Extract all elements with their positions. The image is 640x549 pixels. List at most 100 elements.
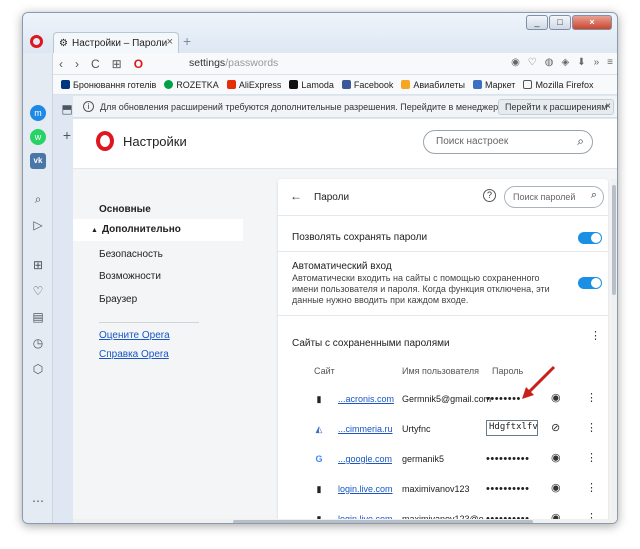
new-tab-icon[interactable]: + xyxy=(183,33,191,49)
opera-help-link[interactable]: Справка Opera xyxy=(99,349,169,360)
nav-browser[interactable]: Браузер xyxy=(99,294,137,305)
opera-logo xyxy=(96,131,114,151)
column-site: Сайт xyxy=(314,366,335,376)
easy-setup-icon[interactable]: ≡ xyxy=(607,57,613,68)
shield-icon[interactable]: ◈ xyxy=(562,57,570,68)
divider xyxy=(278,251,608,252)
column-username: Имя пользователя xyxy=(402,366,480,376)
minimize-button[interactable]: _ xyxy=(526,15,548,30)
messenger-icon[interactable]: m xyxy=(30,105,46,121)
bookmark-market[interactable]: Маркет xyxy=(472,80,515,90)
settings-search-input[interactable]: Поиск настроек ⌕ xyxy=(423,130,593,154)
site-link[interactable]: ...acronis.com xyxy=(338,394,394,404)
speed-dial-icon[interactable]: ⊞ xyxy=(112,57,122,71)
scroll-thumb[interactable] xyxy=(612,185,616,295)
offer-save-toggle[interactable] xyxy=(578,232,602,244)
opera-menu-icon[interactable] xyxy=(30,35,43,48)
hide-password-icon[interactable]: ⊘ xyxy=(551,421,560,434)
bookmark-lamoda[interactable]: Lamoda xyxy=(289,80,334,90)
passwords-panel: ← Пароли ? Поиск паролей ⌕ Позволять сох… xyxy=(278,179,608,523)
plane-icon xyxy=(401,80,411,89)
rate-opera-link[interactable]: Оцените Opera xyxy=(99,330,170,341)
table-row: ◭ ...cimmeria.ru Urtyfnc Hdgftxlfv ⊘ ⋮ xyxy=(278,415,608,445)
site-link[interactable]: ...cimmeria.ru xyxy=(338,424,393,434)
nav-advanced[interactable]: ▲ Дополнительно xyxy=(73,219,243,241)
bookmark-facebook[interactable]: Facebook xyxy=(341,80,393,90)
extensions-notice-bar: i Для обновления расширений требуются до… xyxy=(73,96,617,118)
site-link[interactable]: ...google.com xyxy=(338,454,392,464)
whatsapp-icon[interactable]: w xyxy=(30,129,46,145)
masked-password: •••••••••• xyxy=(486,483,530,495)
saved-passwords-title: Сайты с сохраненными паролями xyxy=(292,338,450,349)
extensions-icon[interactable]: » xyxy=(594,57,600,68)
title-bar: ⚙ Настройки – Пароли × + ≡ _ □ × xyxy=(23,13,617,53)
settings-nav: Основные ▲ Дополнительно Безопасность Воз… xyxy=(73,170,243,523)
news-icon[interactable]: ▤ xyxy=(30,309,46,325)
url-path: /passwords xyxy=(225,57,279,69)
download-icon[interactable]: ⬇ xyxy=(577,57,585,68)
more-actions-icon[interactable]: ⋮ xyxy=(590,329,601,342)
username: maximivanov123 xyxy=(402,484,470,494)
forward-icon[interactable]: › xyxy=(75,57,79,71)
camera-icon[interactable]: ◉ xyxy=(511,57,520,68)
red-arrow-annotation xyxy=(522,365,556,399)
tab-title: Настройки – Пароли xyxy=(71,37,168,49)
opera-address-icon: O xyxy=(133,56,144,71)
page-title: Настройки xyxy=(123,134,187,149)
revealed-password[interactable]: Hdgftxlfv xyxy=(486,420,538,436)
vpn-icon[interactable]: ◍ xyxy=(545,57,554,68)
close-notice-icon[interactable]: × xyxy=(605,101,611,112)
nav-security[interactable]: Безопасность xyxy=(99,249,163,260)
bookmark-aliexpress[interactable]: AliExpress xyxy=(226,80,281,90)
site-link[interactable]: login.live.com xyxy=(338,484,393,494)
more-icon[interactable]: ⋯ xyxy=(30,493,46,509)
go-to-extensions-button[interactable]: Перейти к расширениям xyxy=(498,99,615,115)
passwords-title: Пароли xyxy=(314,192,350,203)
address-bar: ‹ › C ⊞ O settings/passwords ◉ ♡ ◍ ◈ ⬇ »… xyxy=(53,53,617,75)
autologin-toggle[interactable] xyxy=(578,277,602,289)
back-icon[interactable]: ‹ xyxy=(59,57,63,71)
row-menu-icon[interactable]: ⋮ xyxy=(586,391,597,404)
speed-dial-icon[interactable]: ⊞ xyxy=(30,257,46,273)
search-icon[interactable]: ⌕ xyxy=(30,191,46,207)
back-arrow-icon[interactable]: ← xyxy=(290,189,302,203)
bookmark-rozetka[interactable]: ROZETKA xyxy=(164,80,219,90)
password-search-input[interactable]: Поиск паролей ⌕ xyxy=(504,186,604,208)
close-window-button[interactable]: × xyxy=(572,15,612,30)
url-field[interactable]: settings/passwords xyxy=(189,57,278,69)
bookmark-aviabilety[interactable]: Авиабилеты xyxy=(401,80,465,90)
vertical-scrollbar[interactable] xyxy=(611,179,617,523)
divider xyxy=(278,315,608,316)
row-menu-icon[interactable]: ⋮ xyxy=(586,451,597,464)
show-password-icon[interactable]: ◉ xyxy=(551,451,561,464)
password-search-placeholder: Поиск паролей xyxy=(513,192,576,202)
vk-icon[interactable]: vk xyxy=(30,153,46,169)
extensions-cube-icon[interactable]: ⬡ xyxy=(30,361,46,377)
google-icon: G xyxy=(315,454,323,464)
maximize-button[interactable]: □ xyxy=(549,15,571,30)
row-menu-icon[interactable]: ⋮ xyxy=(586,421,597,434)
username: germanik5 xyxy=(402,454,445,464)
chevron-up-icon: ▲ xyxy=(91,227,98,234)
tab-settings-passwords[interactable]: ⚙ Настройки – Пароли × xyxy=(53,32,179,53)
tab-close-icon[interactable]: × xyxy=(167,36,173,48)
bookmarks-heart-icon[interactable]: ♡ xyxy=(30,283,46,299)
send-icon[interactable]: ▷ xyxy=(30,217,46,233)
nav-features[interactable]: Возможности xyxy=(99,271,161,282)
opera-sidebar: m w vk ⌕ ▷ ⊞ ♡ ▤ ◷ ⬡ ⋯ xyxy=(23,53,53,523)
nav-basic[interactable]: Основные xyxy=(99,204,151,215)
show-password-icon[interactable]: ◉ xyxy=(551,481,561,494)
cart-icon xyxy=(472,80,482,89)
bookmark-firefox[interactable]: Mozilla Firefox xyxy=(523,80,593,90)
horizontal-scrollbar[interactable] xyxy=(73,519,617,523)
scroll-thumb[interactable] xyxy=(233,520,533,523)
help-icon[interactable]: ? xyxy=(483,189,496,202)
reload-icon[interactable]: C xyxy=(91,57,100,71)
page-icon: ▮ xyxy=(316,484,322,494)
page-icon: ▮ xyxy=(316,394,322,404)
autologin-label: Автоматический вход xyxy=(292,261,392,272)
bookmark-booking[interactable]: Бронювання готелів xyxy=(61,80,156,90)
history-icon[interactable]: ◷ xyxy=(30,335,46,351)
heart-icon[interactable]: ♡ xyxy=(528,57,537,68)
row-menu-icon[interactable]: ⋮ xyxy=(586,481,597,494)
